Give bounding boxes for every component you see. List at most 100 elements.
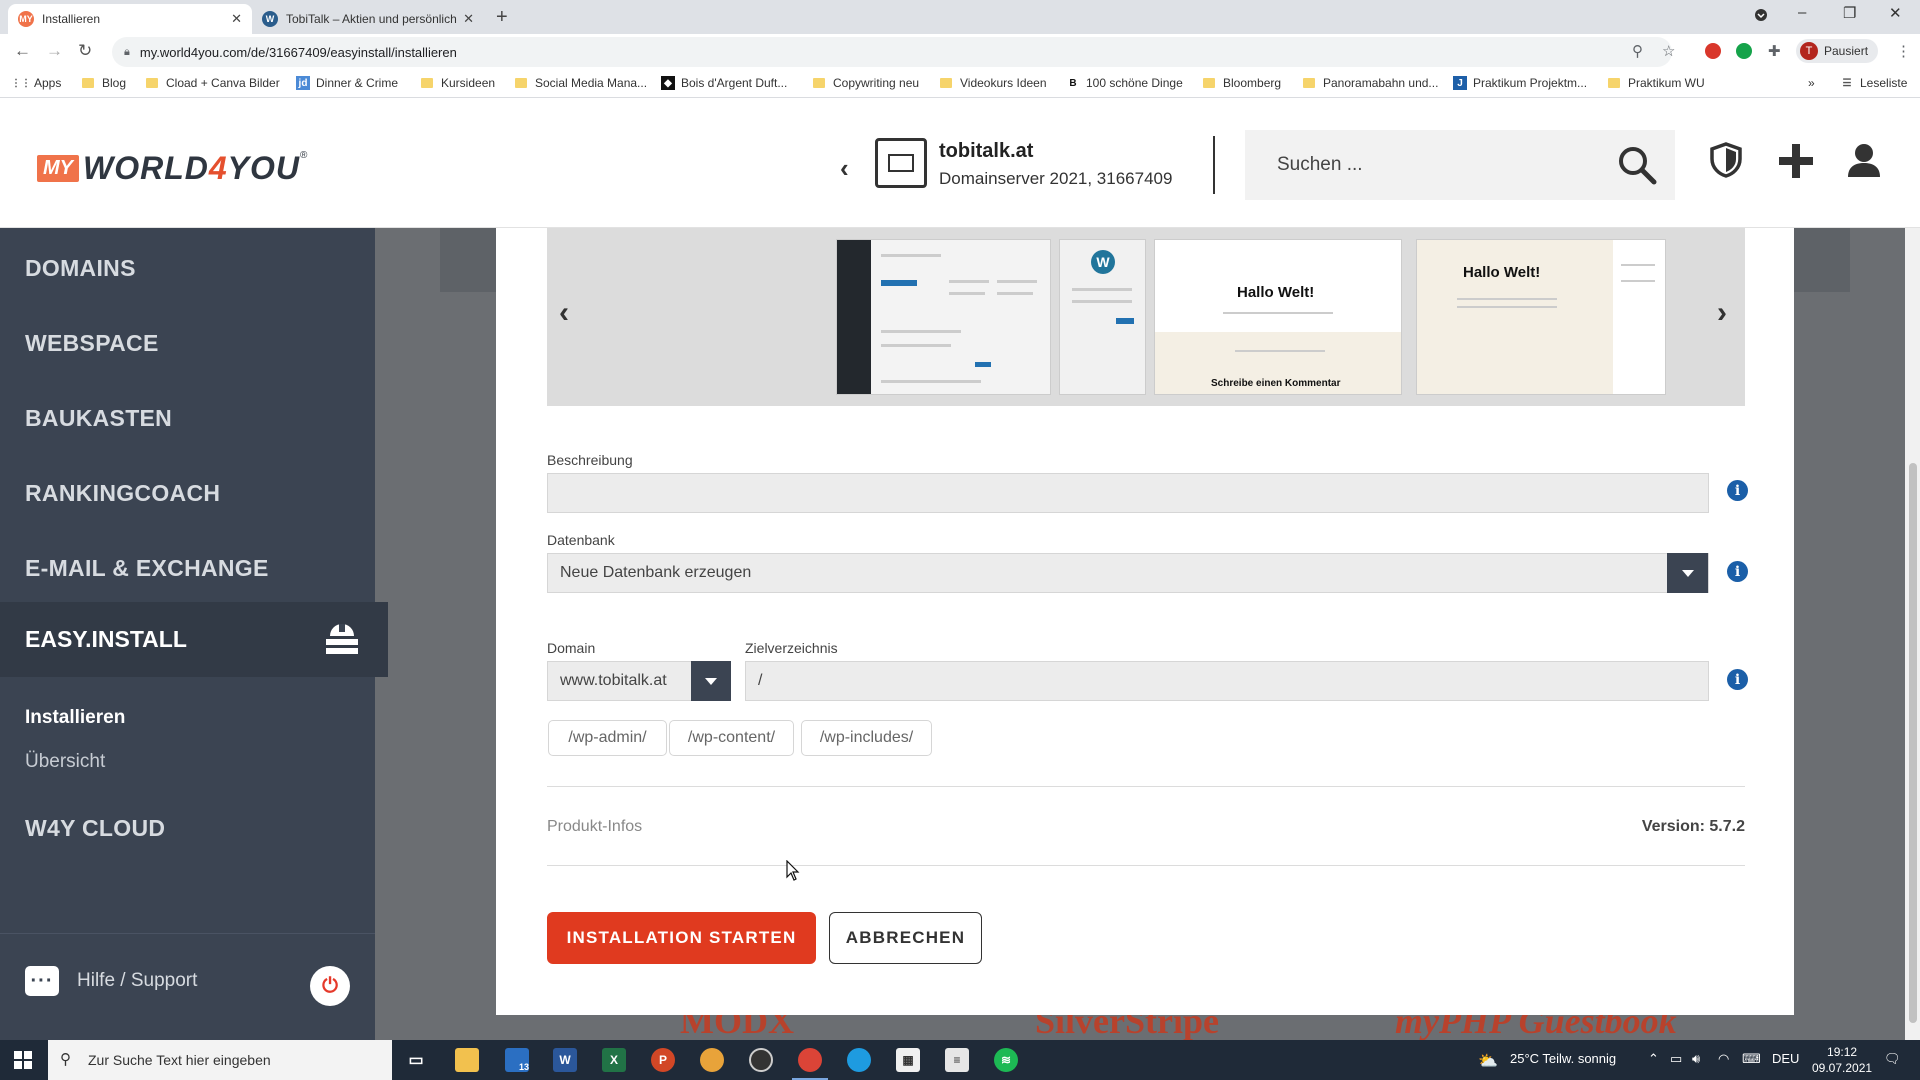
tab-search-icon[interactable] bbox=[1754, 8, 1768, 26]
info-icon[interactable]: i bbox=[1727, 480, 1748, 501]
sidebar-subitem-uebersicht[interactable]: Übersicht bbox=[25, 751, 105, 773]
sidebar-item-w4y-cloud[interactable]: W4Y CLOUD bbox=[25, 815, 165, 842]
chrome-menu-icon[interactable]: ⋮ bbox=[1896, 42, 1911, 60]
profile-button[interactable]: T Pausiert bbox=[1796, 39, 1879, 63]
bookmark-dinner[interactable]: jd Dinner & Crime bbox=[296, 76, 398, 90]
edge-icon[interactable] bbox=[847, 1048, 871, 1072]
page-scrollbar[interactable] bbox=[1905, 228, 1920, 1040]
info-icon[interactable]: i bbox=[1727, 669, 1748, 690]
scrollbar-thumb[interactable] bbox=[1909, 463, 1917, 1023]
search-input[interactable]: Suchen ... bbox=[1245, 130, 1675, 200]
sidebar-item-rankingcoach[interactable]: RANKINGCOACH bbox=[25, 480, 220, 507]
path-chip-wp-content[interactable]: /wp-content/ bbox=[669, 720, 794, 756]
language-indicator[interactable]: DEU bbox=[1772, 1051, 1799, 1066]
windows-start-icon[interactable] bbox=[14, 1051, 32, 1069]
sidebar-item-easy-install[interactable]: EASY.INSTALL bbox=[0, 602, 388, 677]
zoom-icon[interactable]: ⚲ bbox=[1632, 42, 1643, 60]
weather-text[interactable]: 25°C Teilw. sonnig bbox=[1510, 1051, 1616, 1066]
info-icon[interactable]: i bbox=[1727, 561, 1748, 582]
path-chip-wp-includes[interactable]: /wp-includes/ bbox=[801, 720, 932, 756]
shield-icon[interactable] bbox=[1710, 142, 1742, 183]
add-plus-icon[interactable] bbox=[1777, 142, 1815, 185]
extensions-puzzle-icon[interactable]: ✚ bbox=[1768, 42, 1781, 60]
path-chip-wp-admin[interactable]: /wp-admin/ bbox=[548, 720, 667, 756]
tab-tobitalk[interactable]: W TobiTalk – Aktien und persönliche ✕ bbox=[252, 4, 484, 34]
taskbar-clock[interactable]: 19:12 09.07.2021 bbox=[1812, 1044, 1872, 1076]
logout-power-icon[interactable]: ⏻ bbox=[310, 966, 350, 1006]
grammarly-extension-icon[interactable] bbox=[1736, 43, 1752, 59]
datenbank-select[interactable]: Neue Datenbank erzeugen bbox=[547, 553, 1709, 593]
bookmark-apps[interactable]: ⋮⋮ Apps bbox=[11, 76, 61, 90]
carousel-screenshot-login[interactable]: W bbox=[1059, 239, 1146, 395]
obs-icon[interactable] bbox=[749, 1048, 773, 1072]
back-arrow-icon[interactable]: ← bbox=[14, 41, 31, 61]
close-window-icon[interactable]: ✕ bbox=[1889, 4, 1902, 22]
bookmark-100-dinge[interactable]: B 100 schöne Dinge bbox=[1066, 76, 1182, 90]
task-view-icon[interactable]: ▭ bbox=[404, 1048, 428, 1072]
start-installation-button[interactable]: INSTALLATION STARTEN bbox=[547, 912, 816, 964]
spotify-icon[interactable]: ≋ bbox=[994, 1048, 1018, 1072]
sidebar-item-webspace[interactable]: WEBSPACE bbox=[25, 330, 159, 357]
tray-chevron-up-icon[interactable]: ⌃ bbox=[1648, 1051, 1659, 1067]
chrome-icon[interactable] bbox=[792, 1048, 828, 1080]
powerpoint-icon[interactable]: P bbox=[651, 1048, 675, 1072]
chevron-down-icon[interactable] bbox=[1667, 553, 1708, 593]
bookmark-bois[interactable]: ◆ Bois d'Argent Duft... bbox=[661, 76, 787, 90]
volume-icon[interactable]: 🔊︎ bbox=[1692, 1051, 1700, 1067]
excel-icon[interactable]: X bbox=[602, 1048, 626, 1072]
sidebar-item-domains[interactable]: DOMAINS bbox=[25, 255, 136, 282]
reload-icon[interactable]: ↻ bbox=[78, 41, 92, 61]
adblock-extension-icon[interactable] bbox=[1705, 43, 1721, 59]
network-icon[interactable]: ▭ bbox=[1670, 1051, 1682, 1067]
minimize-window-icon[interactable]: – bbox=[1798, 4, 1806, 21]
bookmark-kursideen[interactable]: Kursideen bbox=[421, 76, 495, 90]
close-tab-icon[interactable]: ✕ bbox=[463, 11, 474, 27]
bookmark-praktikum-wu[interactable]: Praktikum WU bbox=[1608, 76, 1705, 90]
address-bar[interactable]: 🔒︎ my.world4you.com/de/31667409/easyinst… bbox=[112, 37, 1672, 67]
help-support-link[interactable]: ··· Hilfe / Support bbox=[25, 966, 197, 996]
produkt-infos-toggle[interactable]: Produkt-Infos bbox=[547, 818, 642, 836]
weather-icon[interactable]: ⛅ bbox=[1478, 1051, 1498, 1071]
carousel-next-chevron-icon[interactable]: › bbox=[1717, 296, 1727, 330]
wifi-icon[interactable]: ◠ bbox=[1718, 1051, 1729, 1067]
cancel-button[interactable]: ABBRECHEN bbox=[829, 912, 982, 964]
zielverzeichnis-field[interactable]: / bbox=[745, 661, 1709, 701]
carousel-screenshot-admin[interactable] bbox=[836, 239, 1051, 395]
bookmark-social[interactable]: Social Media Mana... bbox=[515, 76, 647, 90]
sidebar-item-baukasten[interactable]: BAUKASTEN bbox=[25, 405, 172, 432]
chevron-down-icon[interactable] bbox=[691, 661, 731, 701]
notifications-icon[interactable]: 🗨︎ bbox=[1884, 1051, 1901, 1067]
bookmarks-overflow-chevron-icon[interactable]: » bbox=[1808, 76, 1815, 90]
taskbar-search-input[interactable]: ⚲ Zur Suche Text hier eingeben bbox=[48, 1040, 392, 1080]
app-window-icon[interactable]: ▦ bbox=[896, 1048, 920, 1072]
bookmark-panoramabahn[interactable]: Panoramabahn und... bbox=[1303, 76, 1438, 90]
sidebar-item-email-exchange[interactable]: E-MAIL & EXCHANGE bbox=[25, 555, 269, 582]
sidebar-subitem-installieren[interactable]: Installieren bbox=[25, 707, 125, 729]
world4you-logo[interactable]: MY WORLD4YOU ® bbox=[37, 150, 307, 187]
server-info[interactable]: tobitalk.at Domainserver 2021, 31667409 bbox=[939, 140, 1172, 189]
bookmark-cload[interactable]: Cload + Canva Bilder bbox=[146, 76, 280, 90]
user-account-icon[interactable] bbox=[1846, 142, 1882, 183]
carousel-screenshot-theme[interactable]: Hallo Welt! Schreibe einen Kommentar bbox=[1154, 239, 1402, 395]
search-icon[interactable] bbox=[1617, 145, 1657, 191]
new-tab-plus-icon[interactable]: + bbox=[496, 6, 508, 29]
bookmark-videokurs[interactable]: Videokurs Ideen bbox=[940, 76, 1047, 90]
bookmark-copywriting[interactable]: Copywriting neu bbox=[813, 76, 919, 90]
reading-list[interactable]: ☰ Leseliste bbox=[1840, 76, 1908, 90]
restore-window-icon[interactable]: ❐ bbox=[1843, 4, 1856, 22]
mail-icon[interactable]: 13 bbox=[505, 1048, 529, 1072]
word-icon[interactable]: W bbox=[553, 1048, 577, 1072]
keyboard-icon[interactable]: ⌨ bbox=[1742, 1051, 1761, 1067]
file-explorer-icon[interactable] bbox=[455, 1048, 479, 1072]
bookmark-praktikum-projekt[interactable]: J Praktikum Projektm... bbox=[1453, 76, 1587, 90]
bookmark-blog[interactable]: Blog bbox=[82, 76, 126, 90]
tab-installieren[interactable]: MY Installieren ✕ bbox=[8, 4, 252, 34]
close-tab-icon[interactable]: ✕ bbox=[231, 11, 242, 27]
bookmark-bloomberg[interactable]: Bloomberg bbox=[1203, 76, 1281, 90]
app-icon[interactable] bbox=[700, 1048, 724, 1072]
forward-arrow-icon[interactable]: → bbox=[46, 41, 63, 61]
chevron-left-icon[interactable]: ‹ bbox=[840, 153, 849, 184]
beschreibung-field[interactable] bbox=[547, 473, 1709, 513]
carousel-prev-chevron-icon[interactable]: ‹ bbox=[559, 296, 569, 330]
bookmark-star-icon[interactable]: ☆ bbox=[1662, 42, 1675, 60]
